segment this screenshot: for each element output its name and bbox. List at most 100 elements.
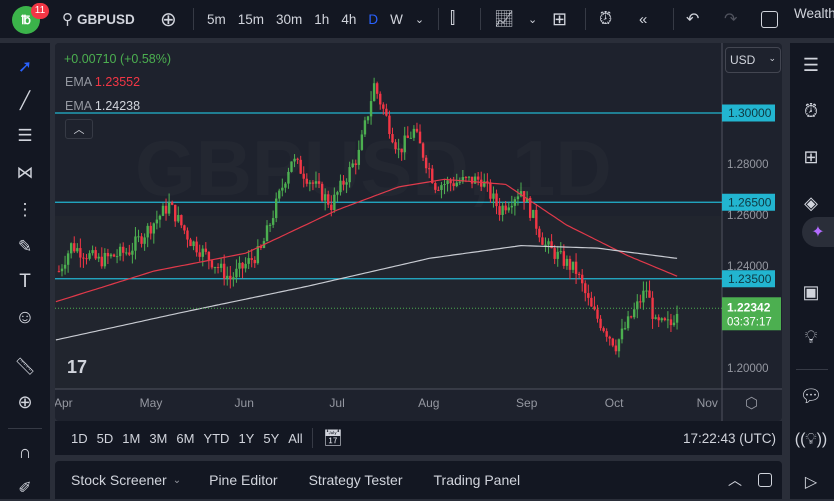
candle-body xyxy=(235,268,238,278)
level-price-label: 1.30000 xyxy=(728,106,772,120)
text-icon[interactable]: T xyxy=(12,269,38,295)
candle-body xyxy=(268,224,272,226)
replay-icon[interactable]: « xyxy=(639,0,647,38)
redo-icon[interactable]: ↷ xyxy=(724,0,737,38)
tab-pine-editor[interactable]: Pine Editor xyxy=(209,472,277,488)
collapse-legend-button[interactable]: ︿ xyxy=(65,119,93,139)
symbol-search[interactable]: ⚲ GBPUSD xyxy=(62,0,135,38)
range-ytd[interactable]: YTD xyxy=(203,431,229,446)
candle-body xyxy=(198,252,201,257)
currency-select[interactable]: USD ⌄ xyxy=(725,47,781,73)
streams-icon[interactable]: ((💡︎)) xyxy=(795,427,828,453)
interval-1h[interactable]: 1h xyxy=(314,12,329,27)
watchlist-icon[interactable]: ☰ xyxy=(798,52,824,78)
chevron-down-icon[interactable]: ⌄ xyxy=(173,475,181,486)
candle-body xyxy=(112,254,116,257)
trend-line-icon[interactable]: ╱ xyxy=(12,88,38,114)
notification-badge: 11 xyxy=(31,3,49,19)
drawing-toolbar: ➚ ╱ ☰ ⋈ ⋮ ✎ T ☺ 📏︎ ⊕ ∩ ✐ xyxy=(0,43,50,499)
range-1d[interactable]: 1D xyxy=(71,431,88,446)
alert-icon[interactable]: ⏰︎ xyxy=(599,0,612,38)
candle-body xyxy=(118,246,122,257)
cursor-icon[interactable]: ➚ xyxy=(12,54,38,80)
time-tick-label: Sep xyxy=(516,396,538,410)
chat-icon[interactable]: 💬︎ xyxy=(798,383,824,409)
goto-date-icon[interactable]: 📅︎ xyxy=(323,428,343,448)
tab-strategy-tester[interactable]: Strategy Tester xyxy=(309,472,403,488)
play-icon[interactable]: ▷ xyxy=(798,469,824,495)
candle-body xyxy=(559,251,562,253)
price-chart[interactable]: 1.280001.260001.240001.200001.300001.265… xyxy=(55,43,782,421)
interval-5m[interactable]: 5m xyxy=(207,12,226,27)
candle-body xyxy=(574,261,578,274)
fullscreen-icon[interactable] xyxy=(761,0,778,38)
candle-body xyxy=(180,215,183,226)
chart-settings-icon[interactable]: ⬡ xyxy=(745,394,758,412)
candle-body xyxy=(587,293,590,298)
candle-body xyxy=(210,260,214,268)
alarm-icon[interactable]: ⏰︎ xyxy=(798,98,824,124)
compare-add-icon[interactable]: ⊕ xyxy=(160,0,177,38)
ideas-icon[interactable]: 💡︎ xyxy=(798,324,824,350)
prediction-icon[interactable]: ⋮ xyxy=(12,197,38,223)
maximize-panel-icon[interactable] xyxy=(758,473,772,487)
add-list-icon[interactable]: ⊞ xyxy=(798,144,824,170)
fib-icon[interactable]: ☰ xyxy=(12,123,38,149)
candle-body xyxy=(602,328,605,332)
candle-body xyxy=(226,275,229,279)
candles-icon[interactable]: ⫿ xyxy=(450,0,455,38)
chart-panel[interactable]: 1.28000 1.26000 1.24000 1.20000 1.30000 1.265… xyxy=(55,43,782,421)
collapse-panel-icon[interactable]: ︿ xyxy=(728,470,742,490)
candle-body xyxy=(82,257,85,259)
interval-W[interactable]: W xyxy=(390,12,403,27)
undo-icon[interactable]: ↶ xyxy=(686,0,699,38)
candle-body xyxy=(76,248,79,252)
ruler-icon[interactable]: 📏︎ xyxy=(12,354,38,380)
candle-body xyxy=(219,263,223,268)
lock-drawings-icon[interactable]: ✐ xyxy=(12,475,38,501)
bottom-panel-tabs: Stock Screener ⌄ Pine Editor Strategy Tes… xyxy=(55,461,782,499)
interval-4h[interactable]: 4h xyxy=(341,12,356,27)
candle-body xyxy=(189,239,192,247)
candle-body xyxy=(660,318,663,321)
pattern-icon[interactable]: ⋈ xyxy=(12,160,38,186)
clock[interactable]: 17:22:43 (UTC) xyxy=(683,431,776,446)
zoom-in-icon[interactable]: ⊕ xyxy=(12,389,38,415)
ai-sparkle-icon[interactable]: ✦ xyxy=(802,217,834,247)
candle-body xyxy=(556,251,559,259)
chevron-down-icon[interactable]: ⌄ xyxy=(528,0,537,38)
account-label[interactable]: Wealth xyxy=(794,0,834,32)
range-5y[interactable]: 5Y xyxy=(263,431,279,446)
range-3m[interactable]: 3M xyxy=(149,431,167,446)
time-tick-label: Apr xyxy=(55,396,73,410)
range-6m[interactable]: 6M xyxy=(176,431,194,446)
brush-icon[interactable]: ✎ xyxy=(12,234,38,260)
price-tick-label: 1.28000 xyxy=(727,159,769,171)
calendar-icon[interactable]: ▣ xyxy=(798,279,824,305)
candle-body xyxy=(666,319,670,321)
magnet-icon[interactable]: ∩ xyxy=(12,439,38,465)
chevron-down-icon[interactable]: ⌄ xyxy=(415,13,424,26)
interval-D[interactable]: D xyxy=(368,12,378,27)
layers-icon[interactable]: ◈ xyxy=(798,190,824,216)
range-1m[interactable]: 1M xyxy=(122,431,140,446)
tab-trading-panel[interactable]: Trading Panel xyxy=(434,472,521,488)
candle-body xyxy=(581,274,584,284)
chevron-down-icon: ⌄ xyxy=(768,53,776,63)
range-1y[interactable]: 1Y xyxy=(238,431,254,446)
range-all[interactable]: All xyxy=(288,431,302,446)
candle-body xyxy=(541,237,544,245)
tab-stock-screener[interactable]: Stock Screener xyxy=(71,472,167,488)
interval-15m[interactable]: 15m xyxy=(238,12,264,27)
indicators-icon[interactable]: 📈︎ xyxy=(494,0,514,38)
candle-body xyxy=(201,248,204,257)
candle-body xyxy=(158,215,162,220)
emoji-icon[interactable]: ☺ xyxy=(12,305,38,331)
candle-body xyxy=(626,316,630,329)
interval-list: 5m 15m 30m 1h 4h D W ⌄ xyxy=(207,0,424,38)
candle-body xyxy=(571,261,575,270)
range-5d[interactable]: 5D xyxy=(97,431,114,446)
range-buttons: 1D 5D 1M 3M 6M YTD 1Y 5Y All xyxy=(71,431,312,446)
layouts-icon[interactable]: ⊞ xyxy=(552,0,567,38)
interval-30m[interactable]: 30m xyxy=(276,12,302,27)
